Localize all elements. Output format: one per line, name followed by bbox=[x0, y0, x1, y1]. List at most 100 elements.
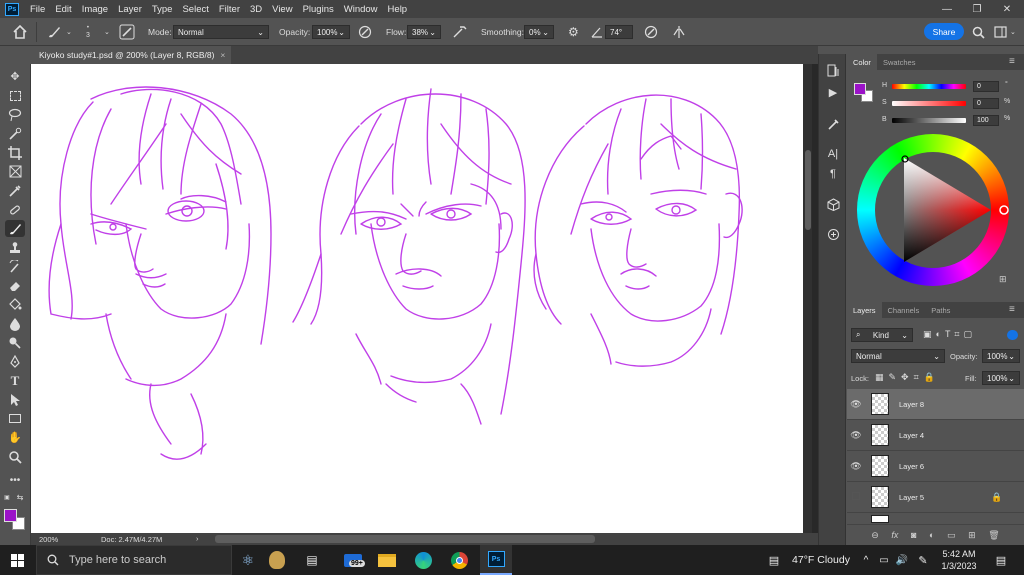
eyedropper-tool-icon[interactable] bbox=[5, 182, 25, 199]
document-tab[interactable]: Kiyoko study#1.psd @ 200% (Layer 8, RGB/… bbox=[31, 46, 231, 64]
clone-stamp-tool-icon[interactable] bbox=[5, 239, 25, 256]
brush-tool-icon[interactable] bbox=[5, 220, 25, 237]
close-window-button[interactable]: ✕ bbox=[992, 0, 1022, 18]
document-canvas[interactable] bbox=[31, 64, 803, 533]
document-size[interactable]: Doc: 2.47M/4.27M bbox=[101, 535, 162, 544]
layer-opacity-field[interactable]: 100% ⌄ bbox=[982, 349, 1020, 363]
layer-row[interactable]: 👁 Layer 6 bbox=[847, 451, 1024, 482]
volume-icon[interactable]: 🔊 bbox=[894, 545, 910, 575]
file-explorer-icon[interactable] bbox=[374, 545, 400, 575]
eraser-tool-icon[interactable] bbox=[5, 277, 25, 294]
character-icon[interactable]: A| bbox=[825, 146, 841, 162]
link-layers-icon[interactable]: ⊖ bbox=[871, 530, 879, 541]
lock-icons[interactable]: ▦✎✥⌗🔒 bbox=[875, 372, 940, 383]
opacity-field[interactable]: 100% ⌄ bbox=[312, 25, 350, 39]
paragraph-icon[interactable]: ¶ bbox=[825, 166, 841, 182]
tab-channels[interactable]: Channels bbox=[882, 302, 926, 318]
pressure-size-icon[interactable] bbox=[644, 18, 658, 46]
chevron-down-icon[interactable]: ⌄ bbox=[66, 18, 72, 46]
avatar-icon[interactable] bbox=[264, 545, 290, 575]
chevron-down-icon[interactable]: ⌄ bbox=[1010, 18, 1016, 46]
pressure-opacity-icon[interactable] bbox=[358, 18, 372, 46]
swap-colors-icon[interactable]: ⇆ bbox=[14, 492, 26, 502]
mail-app-icon[interactable]: 99+ bbox=[338, 545, 368, 575]
paint-bucket-tool-icon[interactable] bbox=[5, 296, 25, 313]
default-colors-icon[interactable]: ▣ bbox=[2, 492, 12, 502]
actions-play-icon[interactable]: ▶ bbox=[825, 84, 841, 100]
more-tools-icon[interactable]: ••• bbox=[5, 472, 25, 489]
dodge-tool-icon[interactable] bbox=[5, 334, 25, 351]
airbrush-icon[interactable] bbox=[452, 18, 468, 46]
fill-field[interactable]: 100% ⌄ bbox=[982, 371, 1020, 385]
menu-help[interactable]: Help bbox=[388, 4, 408, 15]
zoom-tool-icon[interactable] bbox=[5, 448, 25, 465]
layer-row[interactable]: 👁 Layer 4 bbox=[847, 420, 1024, 451]
add-to-library-icon[interactable]: ⊞ bbox=[999, 274, 1007, 285]
hue-field[interactable]: 0 bbox=[973, 81, 999, 92]
network-icon[interactable]: ▭ bbox=[876, 545, 892, 575]
brush-settings-icon[interactable] bbox=[825, 116, 841, 132]
close-tab-icon[interactable]: × bbox=[220, 50, 225, 60]
eye-icon[interactable]: 👁 bbox=[847, 399, 865, 410]
taskbar-search-box[interactable]: Type here to search bbox=[36, 545, 232, 575]
rectangle-tool-icon[interactable] bbox=[5, 410, 25, 427]
new-layer-icon[interactable]: ⊞ bbox=[968, 530, 976, 541]
hue-slider[interactable] bbox=[892, 84, 966, 89]
menu-window[interactable]: Window bbox=[344, 4, 378, 15]
type-tool-icon[interactable]: T bbox=[5, 372, 25, 389]
menu-select[interactable]: Select bbox=[182, 4, 208, 15]
photoshop-taskbar-icon[interactable]: Ps bbox=[480, 545, 512, 575]
brightness-slider[interactable] bbox=[892, 118, 966, 123]
blur-tool-icon[interactable] bbox=[5, 315, 25, 332]
new-group-icon[interactable]: ▭ bbox=[947, 530, 956, 541]
chevron-down-icon[interactable]: ⌄ bbox=[104, 18, 110, 46]
eye-icon[interactable]: 👁 bbox=[847, 461, 865, 472]
panel-menu-icon[interactable]: ≡ bbox=[1009, 304, 1015, 315]
healing-brush-tool-icon[interactable] bbox=[5, 201, 25, 218]
menu-plugins[interactable]: Plugins bbox=[303, 4, 334, 15]
tab-color[interactable]: Color bbox=[847, 54, 877, 70]
layer-filter-icons[interactable]: ▣◐T⌗▢ bbox=[923, 329, 976, 340]
saturation-field[interactable]: 0 bbox=[973, 98, 999, 109]
pen-tool-icon[interactable] bbox=[5, 353, 25, 370]
filter-toggle[interactable] bbox=[1007, 330, 1018, 340]
menu-filter[interactable]: Filter bbox=[219, 4, 240, 15]
marquee-tool-icon[interactable] bbox=[5, 87, 25, 104]
adjustment-layer-icon[interactable]: ◐ bbox=[929, 530, 934, 540]
windows-start-icon[interactable] bbox=[6, 545, 28, 575]
pen-icon[interactable]: ✎ bbox=[914, 545, 932, 575]
menu-type[interactable]: Type bbox=[152, 4, 173, 15]
weather-icon[interactable]: ▤ bbox=[764, 545, 784, 575]
tab-paths[interactable]: Paths bbox=[925, 302, 956, 318]
history-icon[interactable] bbox=[825, 62, 841, 78]
menu-view[interactable]: View bbox=[272, 4, 292, 15]
lasso-tool-icon[interactable] bbox=[5, 106, 25, 123]
color-wheel[interactable] bbox=[857, 134, 1009, 286]
delete-layer-icon[interactable]: 🗑 bbox=[988, 530, 999, 541]
saturation-slider[interactable] bbox=[892, 101, 966, 106]
tab-layers[interactable]: Layers bbox=[847, 302, 882, 318]
chevron-right-icon[interactable]: › bbox=[196, 534, 199, 543]
menu-layer[interactable]: Layer bbox=[118, 4, 142, 15]
weather-text[interactable]: 47°F Cloudy bbox=[787, 545, 855, 575]
chrome-icon[interactable] bbox=[446, 545, 472, 575]
brush-angle-field[interactable]: 74° bbox=[605, 25, 633, 39]
color-panel-foreground-swatch[interactable] bbox=[854, 83, 866, 95]
notification-icon[interactable]: ▤ bbox=[992, 545, 1010, 575]
crop-tool-icon[interactable] bbox=[5, 144, 25, 161]
task-view-icon[interactable]: ▤ bbox=[300, 545, 324, 575]
3d-icon[interactable] bbox=[825, 196, 841, 212]
restore-button[interactable]: ❐ bbox=[962, 0, 992, 18]
mode-select[interactable]: Normal ⌄ bbox=[173, 25, 269, 39]
chevron-up-icon[interactable]: ^ bbox=[858, 545, 874, 575]
path-selection-tool-icon[interactable] bbox=[5, 391, 25, 408]
panel-menu-icon[interactable]: ≡ bbox=[1009, 56, 1015, 67]
workspace-icon[interactable] bbox=[994, 18, 1007, 46]
minimize-button[interactable]: — bbox=[932, 0, 962, 18]
brightness-field[interactable]: 100 bbox=[973, 115, 999, 126]
visibility-toggle[interactable] bbox=[847, 492, 865, 502]
symmetry-icon[interactable] bbox=[672, 18, 686, 46]
brush-settings-icon[interactable] bbox=[119, 18, 135, 46]
brush-preset-picker[interactable]: • 3 bbox=[86, 18, 90, 46]
menu-image[interactable]: Image bbox=[82, 4, 108, 15]
